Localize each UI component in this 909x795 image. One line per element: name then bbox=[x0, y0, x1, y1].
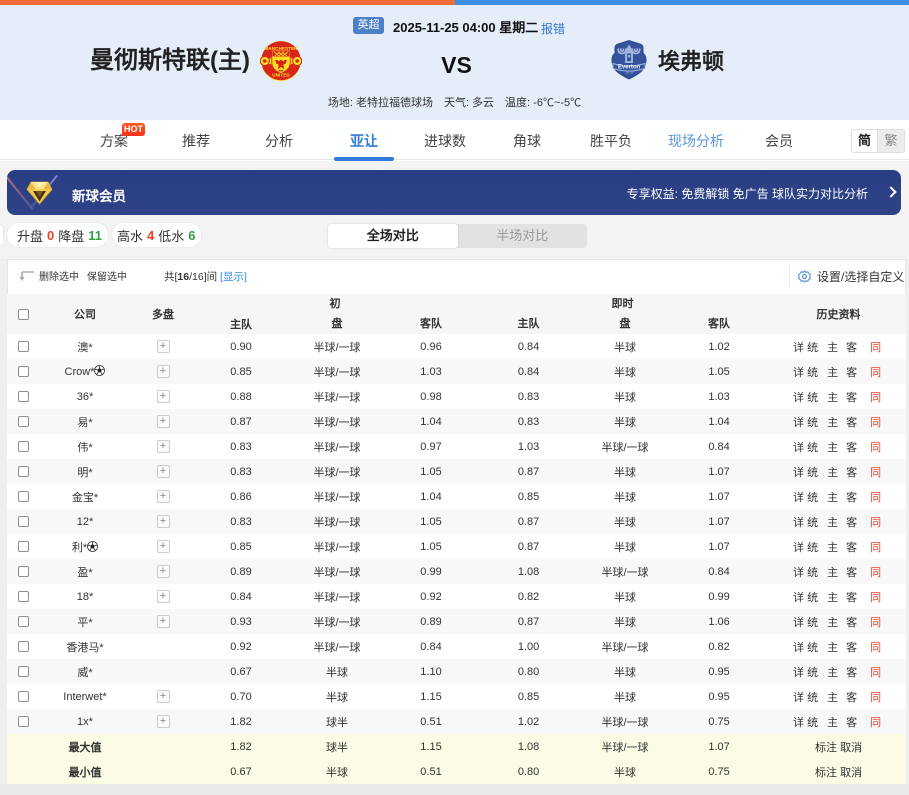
svg-text:1878: 1878 bbox=[625, 71, 633, 75]
